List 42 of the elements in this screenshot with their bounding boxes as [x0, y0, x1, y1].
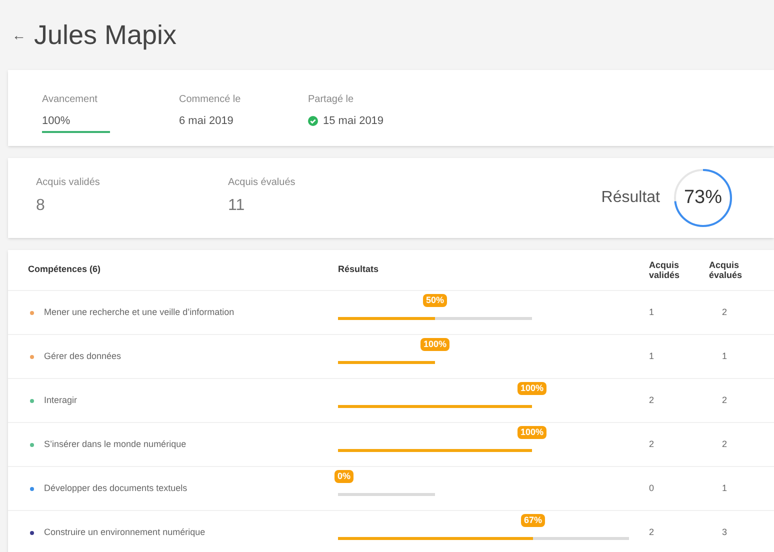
evaluated-count: 3	[722, 526, 728, 539]
percent-badge: 0%	[334, 470, 354, 482]
stat-value: 11	[228, 196, 246, 216]
competence-name: Gérer des données	[44, 350, 122, 363]
evaluated-count: 2	[722, 394, 728, 407]
column-header: Acquis validés	[649, 260, 681, 280]
percent-badge: 100%	[517, 382, 547, 394]
competence-name: Construire un environnement numérique	[44, 526, 206, 539]
result-label: Résultat	[601, 188, 660, 208]
percent-badge: 67%	[520, 514, 545, 526]
validated-count: 0	[649, 482, 656, 495]
progress-value: 100%	[42, 115, 70, 127]
percent-badge: 100%	[517, 426, 547, 438]
shared-label: Partagé le	[308, 93, 355, 107]
evaluated-count: 1	[722, 482, 728, 495]
stat-label: Acquis validés	[36, 176, 101, 190]
competence-name: Mener une recherche et une veille d’information	[44, 306, 234, 319]
percent-badge: 50%	[423, 294, 447, 306]
competence-name: Développer des documents textuels	[44, 482, 188, 495]
shared-date: 15 mai 2019	[323, 114, 384, 129]
validated-count: 2	[649, 438, 656, 451]
competence-name: Interagir	[44, 394, 78, 407]
started-label: Commencé le	[179, 93, 242, 107]
evaluated-count: 2	[722, 306, 728, 319]
column-header: Acquis évalués	[709, 260, 744, 280]
page-title: Jules Mapix	[34, 18, 177, 52]
stat-label: Acquis évalués	[228, 176, 296, 190]
result-value: 73%	[682, 186, 724, 210]
competence-name: S’insérer dans le monde numérique	[44, 438, 186, 451]
column-header: Résultats	[338, 263, 380, 276]
evaluated-count: 2	[722, 438, 728, 451]
evaluated-count: 1	[722, 350, 728, 363]
back-button[interactable]: ←	[12, 24, 26, 46]
validated-count: 2	[649, 526, 656, 539]
started-date: 6 mai 2019	[179, 114, 234, 129]
column-header: Compétences (6)	[27, 263, 102, 276]
percent-badge: 100%	[420, 338, 450, 350]
progress-label: Avancement	[42, 93, 98, 107]
stat-value: 8	[36, 196, 46, 216]
validated-count: 1	[649, 350, 656, 363]
validated-count: 2	[649, 394, 656, 407]
validated-count: 1	[649, 306, 656, 319]
